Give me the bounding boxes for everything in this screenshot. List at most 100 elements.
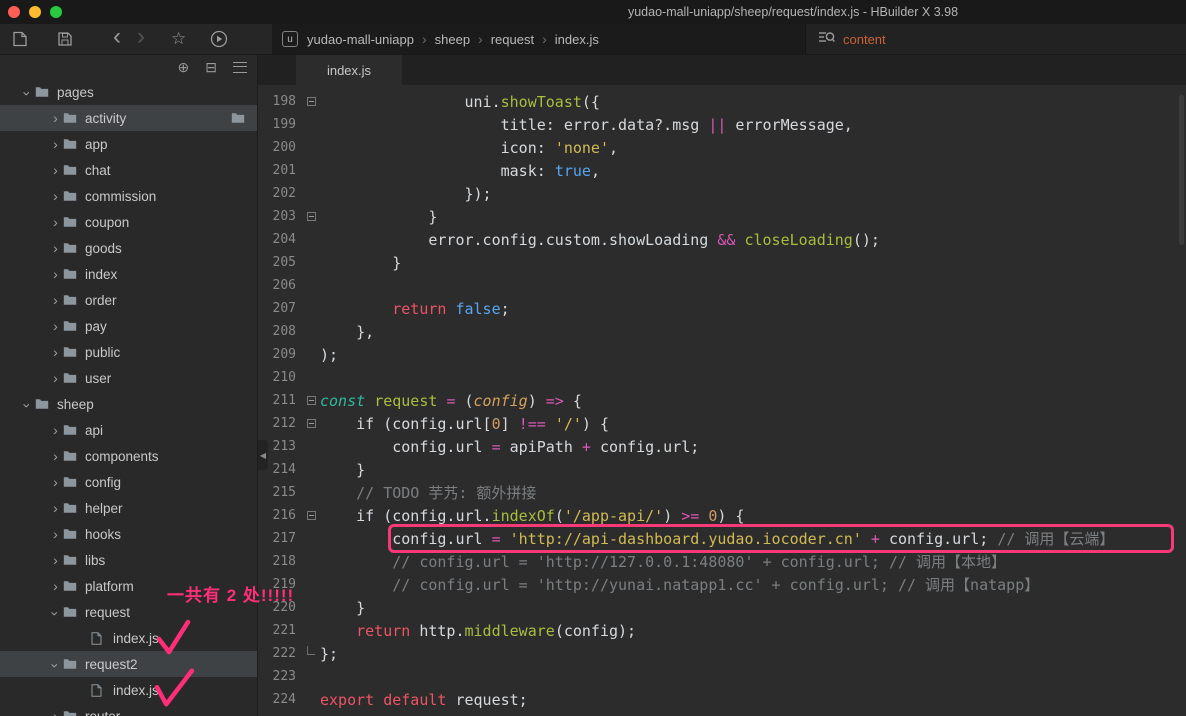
- code-line-202[interactable]: 202 });: [258, 182, 1186, 205]
- tree-item-components[interactable]: ›components: [0, 443, 257, 469]
- chevron-icon[interactable]: ›: [20, 398, 36, 413]
- tree-item-helper[interactable]: ›helper: [0, 495, 257, 521]
- chevron-icon[interactable]: ›: [48, 552, 63, 568]
- tree-item-platform[interactable]: ›platform: [0, 573, 257, 599]
- tree-item-pages[interactable]: ›pages: [0, 79, 257, 105]
- content-search[interactable]: content: [805, 24, 1186, 54]
- breadcrumb-item[interactable]: index.js: [555, 32, 599, 47]
- chevron-icon[interactable]: ›: [48, 658, 64, 673]
- code-line-201[interactable]: 201 mask: true,: [258, 159, 1186, 182]
- chevron-icon[interactable]: ›: [48, 578, 63, 594]
- tree-item-goods[interactable]: ›goods: [0, 235, 257, 261]
- back-icon[interactable]: ‹: [113, 27, 121, 47]
- code-line-213[interactable]: 213 config.url = apiPath + config.url;: [258, 435, 1186, 458]
- chevron-icon[interactable]: ›: [48, 344, 63, 360]
- tree-item-user[interactable]: ›user: [0, 365, 257, 391]
- chevron-icon[interactable]: ›: [48, 448, 63, 464]
- tree-item-libs[interactable]: ›libs: [0, 547, 257, 573]
- code-line-205[interactable]: 205 }: [258, 251, 1186, 274]
- tree-item-request[interactable]: ›request: [0, 599, 257, 625]
- code-line-199[interactable]: 199 title: error.data?.msg || errorMessa…: [258, 113, 1186, 136]
- chevron-icon[interactable]: ›: [48, 318, 63, 334]
- fold-marker-icon[interactable]: [302, 419, 320, 428]
- tree-item-coupon[interactable]: ›coupon: [0, 209, 257, 235]
- code-line-221[interactable]: 221 return http.middleware(config);: [258, 619, 1186, 642]
- chevron-icon[interactable]: ›: [48, 708, 63, 716]
- chevron-icon[interactable]: ›: [48, 370, 63, 386]
- code-line-204[interactable]: 204 error.config.custom.showLoading && c…: [258, 228, 1186, 251]
- code-line-211[interactable]: 211const request = (config) => {: [258, 389, 1186, 412]
- code-area[interactable]: 198 uni.showToast({199 title: error.data…: [258, 85, 1186, 716]
- tab-indexjs[interactable]: index.js: [296, 55, 402, 85]
- reveal-folder-icon[interactable]: [231, 112, 245, 124]
- chevron-icon[interactable]: ›: [48, 422, 63, 438]
- tree-item-index-js[interactable]: ›index.js: [0, 625, 257, 651]
- code-line-214[interactable]: 214 }: [258, 458, 1186, 481]
- tree-item-public[interactable]: ›public: [0, 339, 257, 365]
- run-icon[interactable]: [210, 30, 228, 48]
- code-line-219[interactable]: 219 // config.url = 'http://yunai.natapp…: [258, 573, 1186, 596]
- fold-marker-icon[interactable]: [302, 511, 320, 520]
- close-window-button[interactable]: [8, 6, 20, 18]
- fold-marker-icon[interactable]: [302, 212, 320, 221]
- tree-item-index-js[interactable]: ›index.js: [0, 677, 257, 703]
- chevron-icon[interactable]: ›: [48, 474, 63, 490]
- code-line-224[interactable]: 224export default request;: [258, 688, 1186, 711]
- chevron-icon[interactable]: ›: [48, 188, 63, 204]
- tree-item-index[interactable]: ›index: [0, 261, 257, 287]
- tree-item-pay[interactable]: ›pay: [0, 313, 257, 339]
- sidebar-collapse-handle[interactable]: ◀: [258, 440, 268, 470]
- tree-item-router[interactable]: ›router: [0, 703, 257, 716]
- chevron-icon[interactable]: ›: [48, 500, 63, 516]
- code-line-222[interactable]: 222};: [258, 642, 1186, 665]
- breadcrumb-item[interactable]: sheep: [435, 32, 470, 47]
- tree-item-activity[interactable]: ›activity: [0, 105, 257, 131]
- locate-file-icon[interactable]: ⊕: [178, 59, 190, 76]
- chevron-icon[interactable]: ›: [48, 240, 63, 256]
- code-line-210[interactable]: 210: [258, 366, 1186, 389]
- menu-icon[interactable]: [233, 62, 247, 73]
- tree-item-sheep[interactable]: ›sheep: [0, 391, 257, 417]
- scrollbar-thumb[interactable]: [1179, 95, 1184, 245]
- code-line-223[interactable]: 223: [258, 665, 1186, 688]
- code-line-198[interactable]: 198 uni.showToast({: [258, 90, 1186, 113]
- code-line-217[interactable]: 217 config.url = 'http://api-dashboard.y…: [258, 527, 1186, 550]
- chevron-icon[interactable]: ›: [20, 86, 36, 101]
- chevron-icon[interactable]: ›: [48, 266, 63, 282]
- tree-item-app[interactable]: ›app: [0, 131, 257, 157]
- code-line-206[interactable]: 206: [258, 274, 1186, 297]
- zoom-window-button[interactable]: [50, 6, 62, 18]
- collapse-folders-icon[interactable]: ⊟: [205, 59, 217, 76]
- breadcrumb-item[interactable]: yudao-mall-uniapp: [307, 32, 414, 47]
- chevron-icon[interactable]: ›: [48, 214, 63, 230]
- code-line-216[interactable]: 216 if (config.url.indexOf('/app-api/') …: [258, 504, 1186, 527]
- fold-marker-icon[interactable]: [302, 97, 320, 106]
- chevron-icon[interactable]: ›: [48, 162, 63, 178]
- code-line-207[interactable]: 207 return false;: [258, 297, 1186, 320]
- code-line-200[interactable]: 200 icon: 'none',: [258, 136, 1186, 159]
- tree-item-order[interactable]: ›order: [0, 287, 257, 313]
- star-icon[interactable]: ☆: [171, 29, 186, 49]
- tree-item-config[interactable]: ›config: [0, 469, 257, 495]
- chevron-icon[interactable]: ›: [48, 526, 63, 542]
- breadcrumb-item[interactable]: request: [491, 32, 534, 47]
- code-line-212[interactable]: 212 if (config.url[0] !== '/') {: [258, 412, 1186, 435]
- new-file-icon[interactable]: [12, 31, 29, 47]
- code-line-209[interactable]: 209);: [258, 343, 1186, 366]
- chevron-icon[interactable]: ›: [48, 292, 63, 308]
- chevron-icon[interactable]: ›: [48, 136, 63, 152]
- tree-item-hooks[interactable]: ›hooks: [0, 521, 257, 547]
- code-line-208[interactable]: 208 },: [258, 320, 1186, 343]
- chevron-icon[interactable]: ›: [48, 606, 64, 621]
- forward-icon[interactable]: ›: [137, 27, 145, 47]
- tree-item-api[interactable]: ›api: [0, 417, 257, 443]
- code-line-203[interactable]: 203 }: [258, 205, 1186, 228]
- tree-item-chat[interactable]: ›chat: [0, 157, 257, 183]
- save-icon[interactable]: [57, 31, 73, 47]
- code-line-218[interactable]: 218 // config.url = 'http://127.0.0.1:48…: [258, 550, 1186, 573]
- fold-end-icon[interactable]: [302, 646, 320, 661]
- fold-marker-icon[interactable]: [302, 396, 320, 405]
- chevron-icon[interactable]: ›: [48, 110, 63, 126]
- code-line-220[interactable]: 220 }: [258, 596, 1186, 619]
- code-line-215[interactable]: 215 // TODO 芋艿: 额外拼接: [258, 481, 1186, 504]
